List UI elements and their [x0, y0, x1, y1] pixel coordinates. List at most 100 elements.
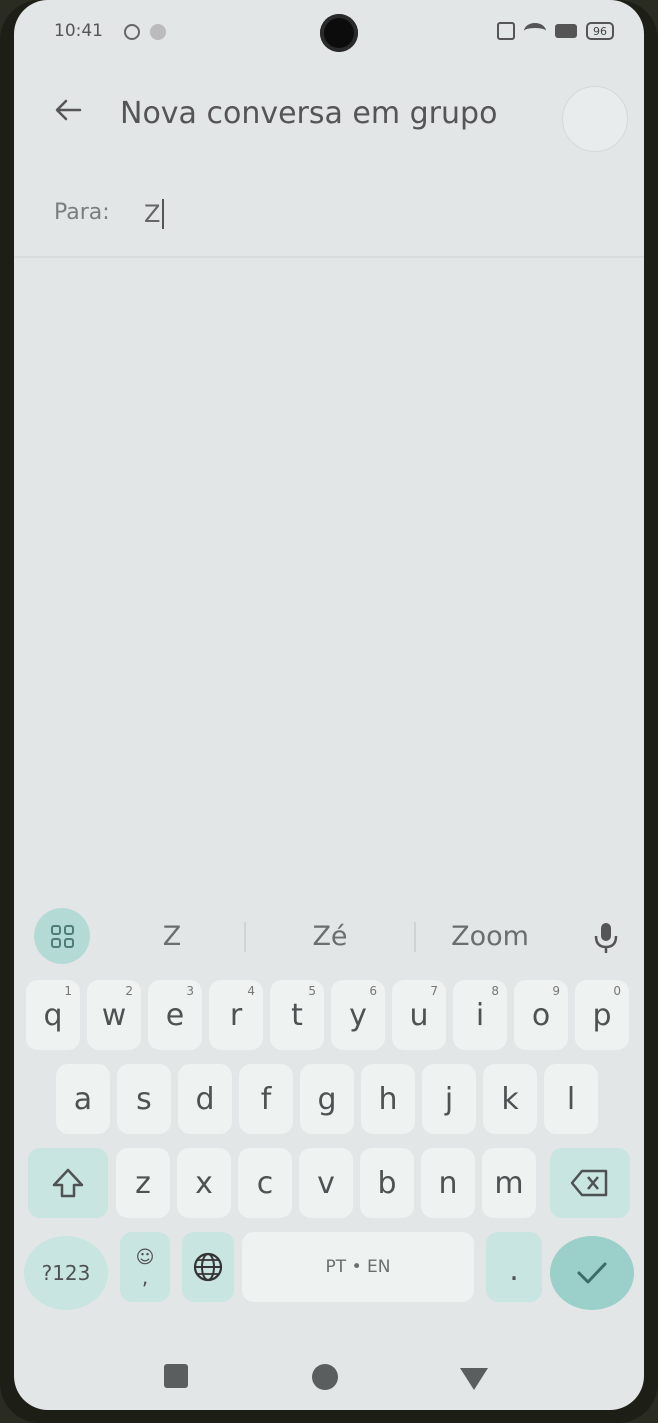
notification-dot-icon	[150, 24, 166, 40]
key-label: i	[475, 997, 485, 1033]
group-avatar-button[interactable]	[562, 86, 628, 152]
shift-key[interactable]	[28, 1148, 108, 1218]
globe-icon	[193, 1252, 223, 1282]
checkmark-icon	[577, 1262, 607, 1284]
home-button[interactable]	[312, 1364, 338, 1390]
language-key[interactable]	[182, 1232, 234, 1302]
battery-level: 96	[586, 22, 614, 40]
backspace-key[interactable]	[550, 1148, 630, 1218]
status-icons: 96	[497, 22, 614, 40]
key-g[interactable]: g	[300, 1064, 354, 1134]
shift-icon	[52, 1168, 84, 1198]
suggestion-divider	[244, 922, 246, 952]
key-number-hint: 8	[491, 984, 499, 998]
key-r[interactable]: r4	[209, 980, 263, 1050]
suggestion-chip[interactable]: Z	[144, 914, 200, 958]
status-time: 10:41	[54, 21, 103, 41]
key-p[interactable]: p0	[575, 980, 629, 1050]
key-s[interactable]: s	[117, 1064, 171, 1134]
key-number-hint: 4	[247, 984, 255, 998]
key-b[interactable]: b	[360, 1148, 414, 1218]
key-x[interactable]: x	[177, 1148, 231, 1218]
key-j[interactable]: j	[422, 1064, 476, 1134]
voice-input-button[interactable]	[584, 914, 628, 962]
space-bar-label: PT • EN	[325, 1257, 391, 1277]
key-label: t	[291, 997, 303, 1033]
key-label: y	[349, 997, 367, 1033]
key-c[interactable]: c	[238, 1148, 292, 1218]
key-y[interactable]: y6	[331, 980, 385, 1050]
keyboard-row-3: zxcvbnm	[14, 1148, 644, 1224]
back-button[interactable]	[44, 84, 92, 136]
suggestion-text: Zoom	[451, 920, 529, 952]
key-v[interactable]: v	[299, 1148, 353, 1218]
key-label: r	[229, 997, 243, 1033]
recents-button[interactable]	[164, 1364, 188, 1388]
navigation-bar	[14, 1340, 644, 1410]
key-number-hint: 7	[430, 984, 438, 998]
key-h[interactable]: h	[361, 1064, 415, 1134]
suggestion-text: Zé	[312, 920, 348, 952]
notification-icon	[124, 24, 140, 40]
group-title-field[interactable]: Nova conversa em grupo	[102, 72, 516, 154]
key-i[interactable]: i8	[453, 980, 507, 1050]
key-number-hint: 6	[369, 984, 377, 998]
key-e[interactable]: e3	[148, 980, 202, 1050]
period-key[interactable]: .	[486, 1232, 542, 1302]
front-camera	[320, 14, 358, 52]
suggestion-text: Z	[162, 920, 182, 952]
key-number-hint: 9	[552, 984, 560, 998]
keyboard-row-1: q1w2e3r4t5y6u7i8o9p0	[14, 980, 644, 1056]
key-label: q	[43, 997, 63, 1033]
recipients-input-value: Z	[144, 200, 161, 228]
key-a[interactable]: a	[56, 1064, 110, 1134]
enter-key[interactable]	[550, 1236, 634, 1310]
emoji-comma-key[interactable]: ☺ ,	[120, 1232, 170, 1302]
key-number-hint: 2	[125, 984, 133, 998]
group-title-text: Nova conversa em grupo	[120, 95, 498, 131]
keyboard-apps-button[interactable]	[34, 908, 90, 964]
recipient-search-field[interactable]	[208, 192, 610, 240]
space-bar[interactable]: PT • EN	[242, 1232, 474, 1302]
wifi-icon	[524, 23, 546, 39]
key-number-hint: 1	[64, 984, 72, 998]
key-number-hint: 3	[186, 984, 194, 998]
symbols-key-label: ?123	[41, 1261, 91, 1285]
recipients-label: Para:	[54, 200, 110, 225]
suggestion-chip[interactable]: Zoom	[440, 914, 540, 958]
key-d[interactable]: d	[178, 1064, 232, 1134]
arrow-left-icon	[55, 99, 82, 121]
key-l[interactable]: l	[544, 1064, 598, 1134]
keyboard-row-4: ?123 ☺ , PT • EN .	[14, 1232, 644, 1322]
key-label: p	[592, 997, 612, 1033]
nav-back-button[interactable]	[460, 1368, 488, 1390]
key-q[interactable]: q1	[26, 980, 80, 1050]
battery-saver-icon	[555, 24, 577, 38]
key-k[interactable]: k	[483, 1064, 537, 1134]
header-divider	[14, 256, 644, 258]
key-f[interactable]: f	[239, 1064, 293, 1134]
suggestion-divider	[414, 922, 416, 952]
key-number-hint: 0	[613, 984, 621, 998]
key-u[interactable]: u7	[392, 980, 446, 1050]
phone-frame: 10:41 96 Nova conversa em grupo Para: Z	[0, 0, 658, 1423]
sim-icon	[497, 22, 515, 40]
backspace-icon	[570, 1169, 608, 1197]
key-label: u	[409, 997, 429, 1033]
period-label: .	[509, 1253, 519, 1288]
key-label: w	[101, 997, 127, 1033]
key-label: e	[165, 997, 185, 1033]
suggestion-bar: Z Zé Zoom	[14, 900, 644, 974]
grid-icon	[50, 924, 74, 948]
key-w[interactable]: w2	[87, 980, 141, 1050]
key-label: o	[531, 997, 551, 1033]
key-t[interactable]: t5	[270, 980, 324, 1050]
text-cursor	[162, 199, 165, 229]
symbols-key[interactable]: ?123	[24, 1236, 108, 1310]
key-m[interactable]: m	[482, 1148, 536, 1218]
microphone-icon	[594, 923, 618, 953]
key-o[interactable]: o9	[514, 980, 568, 1050]
suggestion-chip[interactable]: Zé	[300, 914, 360, 958]
key-n[interactable]: n	[421, 1148, 475, 1218]
key-z[interactable]: z	[116, 1148, 170, 1218]
